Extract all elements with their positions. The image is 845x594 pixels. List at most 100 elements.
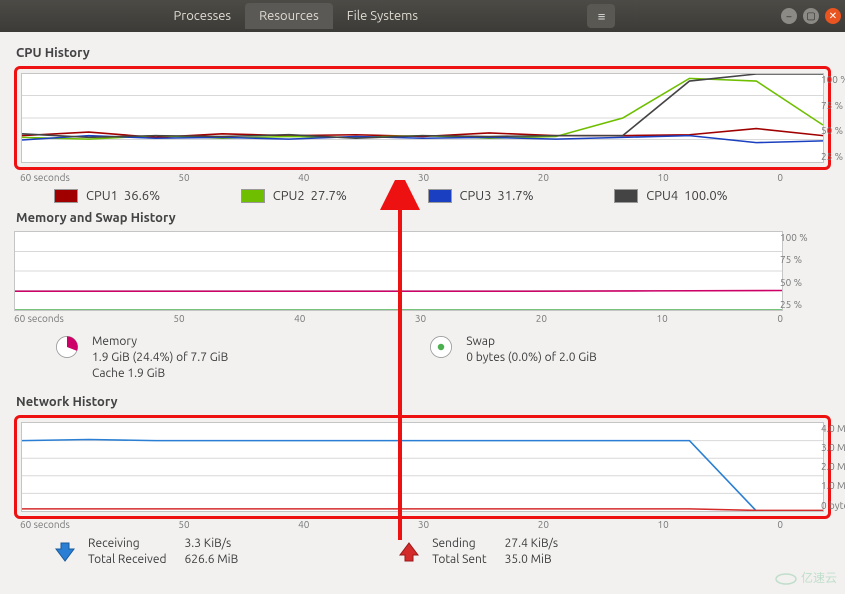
xtick: 20 [538,519,549,530]
send-total-label: Total Sent [432,552,486,568]
upload-arrow-icon [398,541,420,563]
swap-label: Swap [466,334,597,350]
ytick: 25 % [821,151,845,162]
cpu-xaxis: 60 seconds 50 40 30 20 10 0 [14,172,831,183]
tab-bar: Processes Resources File Systems [160,3,432,29]
window-controls: – ▢ ✕ [781,8,841,24]
close-button[interactable]: ✕ [825,8,841,24]
cloud-icon [775,571,797,585]
xtick: 60 seconds [20,172,70,183]
send-total: 35.0 MiB [505,552,559,568]
ytick: 75 % [780,254,824,265]
cpu-lines [22,74,823,143]
cpu-legend-item[interactable]: CPU1 36.6% [54,189,231,203]
xtick: 30 [415,313,426,324]
swatch-icon [614,189,638,203]
recv-total: 626.6 MiB [184,552,238,568]
xtick: 60 seconds [14,313,64,324]
recv-rate: 3.3 KiB/s [184,536,238,552]
xtick: 50 [173,313,184,324]
swap-pie-icon [428,334,454,360]
memory-item: Memory 1.9 GiB (24.4%) of 7.7 GiB Cache … [54,334,228,383]
xtick: 10 [658,172,669,183]
legend-label: CPU2 27.7% [273,189,347,203]
cpu-chart-svg [22,74,823,162]
mem-legend: Memory 1.9 GiB (24.4%) of 7.7 GiB Cache … [14,326,831,391]
xtick: 40 [298,519,309,530]
xtick: 20 [538,172,549,183]
swatch-icon [428,189,452,203]
ytick: 50 % [821,125,845,136]
ytick: 75 % [821,100,845,111]
swap-item: Swap 0 bytes (0.0%) of 2.0 GiB [428,334,597,383]
xtick: 50 [178,172,189,183]
download-arrow-icon [54,541,76,563]
send-rate: 27.4 KiB/s [505,536,559,552]
content: CPU History 100 % 75 % 50 % 25 % 60 seco… [0,32,845,584]
ytick: 0 bytes/s [821,500,845,511]
ytick: 3.0 MiB/s [821,442,845,453]
xtick: 60 seconds [20,519,70,530]
menu-button[interactable]: ≡ [587,4,615,28]
legend-label: CPU4 100.0% [646,189,727,203]
xtick: 30 [418,172,429,183]
xtick: 10 [657,313,668,324]
xtick: 0 [777,519,783,530]
titlebar: Processes Resources File Systems ≡ – ▢ ✕ [0,0,845,32]
mem-yaxis: 100 % 75 % 50 % 25 % [780,232,824,310]
net-chart-svg [22,423,823,511]
xtick: 10 [658,519,669,530]
xtick: 40 [298,172,309,183]
recv-label: Receiving [88,536,166,552]
cpu-legend-item[interactable]: CPU2 27.7% [241,189,418,203]
maximize-button[interactable]: ▢ [803,8,819,24]
send-label: Sending [432,536,486,552]
ytick: 25 % [780,299,824,310]
cpu-chart: 100 % 75 % 50 % 25 % [21,73,824,163]
xtick: 50 [178,519,189,530]
mem-xaxis: 60 seconds 50 40 30 20 10 0 [14,311,783,326]
swatch-icon [241,189,265,203]
ytick: 100 % [821,74,845,85]
recv-total-label: Total Received [88,552,166,568]
cpu-legend-item[interactable]: CPU3 31.7% [428,189,605,203]
sending-item: Sending 27.4 KiB/s Total Sent 35.0 MiB [398,536,558,568]
receiving-item: Receiving 3.3 KiB/s Total Received 626.6… [54,536,238,568]
swap-detail: 0 bytes (0.0%) of 2.0 GiB [466,350,597,366]
net-chart: 4.0 MiB/s 3.0 MiB/s 2.0 MiB/s 1.0 MiB/s … [21,422,824,512]
mem-chart-svg [15,232,782,310]
watermark: 亿速云 [775,569,837,586]
cpu-legend: CPU1 36.6% CPU2 27.7% CPU3 31.7% CPU4 100.0… [14,183,831,207]
tab-processes[interactable]: Processes [160,3,246,29]
minimize-button[interactable]: – [781,8,797,24]
ytick: 100 % [780,232,824,243]
ytick: 1.0 MiB/s [821,480,845,491]
cpu-legend-item[interactable]: CPU4 100.0% [614,189,791,203]
xtick: 40 [294,313,305,324]
memory-label: Memory [92,334,228,350]
cpu-section-title: CPU History [16,46,831,60]
net-yaxis: 4.0 MiB/s 3.0 MiB/s 2.0 MiB/s 1.0 MiB/s … [821,423,845,511]
mem-section-title: Memory and Swap History [16,211,831,225]
memory-cache: Cache 1.9 GiB [92,366,228,382]
tab-resources[interactable]: Resources [245,3,333,29]
memory-detail: 1.9 GiB (24.4%) of 7.7 GiB [92,350,228,366]
xtick: 20 [536,313,547,324]
tab-filesystems[interactable]: File Systems [333,3,432,29]
memory-pie-icon [54,334,80,360]
xtick: 0 [777,313,783,324]
legend-label: CPU3 31.7% [460,189,534,203]
net-legend: Receiving 3.3 KiB/s Total Received 626.6… [14,530,831,574]
net-section-title: Network History [16,395,831,409]
xtick: 0 [777,172,783,183]
ytick: 50 % [780,277,824,288]
ytick: 4.0 MiB/s [821,423,845,434]
swatch-icon [54,189,78,203]
net-chart-frame: 4.0 MiB/s 3.0 MiB/s 2.0 MiB/s 1.0 MiB/s … [14,415,831,519]
mem-chart: 100 % 75 % 50 % 25 % [14,231,783,311]
cpu-chart-frame: 100 % 75 % 50 % 25 % [14,66,831,170]
legend-label: CPU1 36.6% [86,189,160,203]
net-xaxis: 60 seconds50403020100 [14,519,831,530]
ytick: 2.0 MiB/s [821,461,845,472]
cpu-yaxis: 100 % 75 % 50 % 25 % [821,74,845,162]
